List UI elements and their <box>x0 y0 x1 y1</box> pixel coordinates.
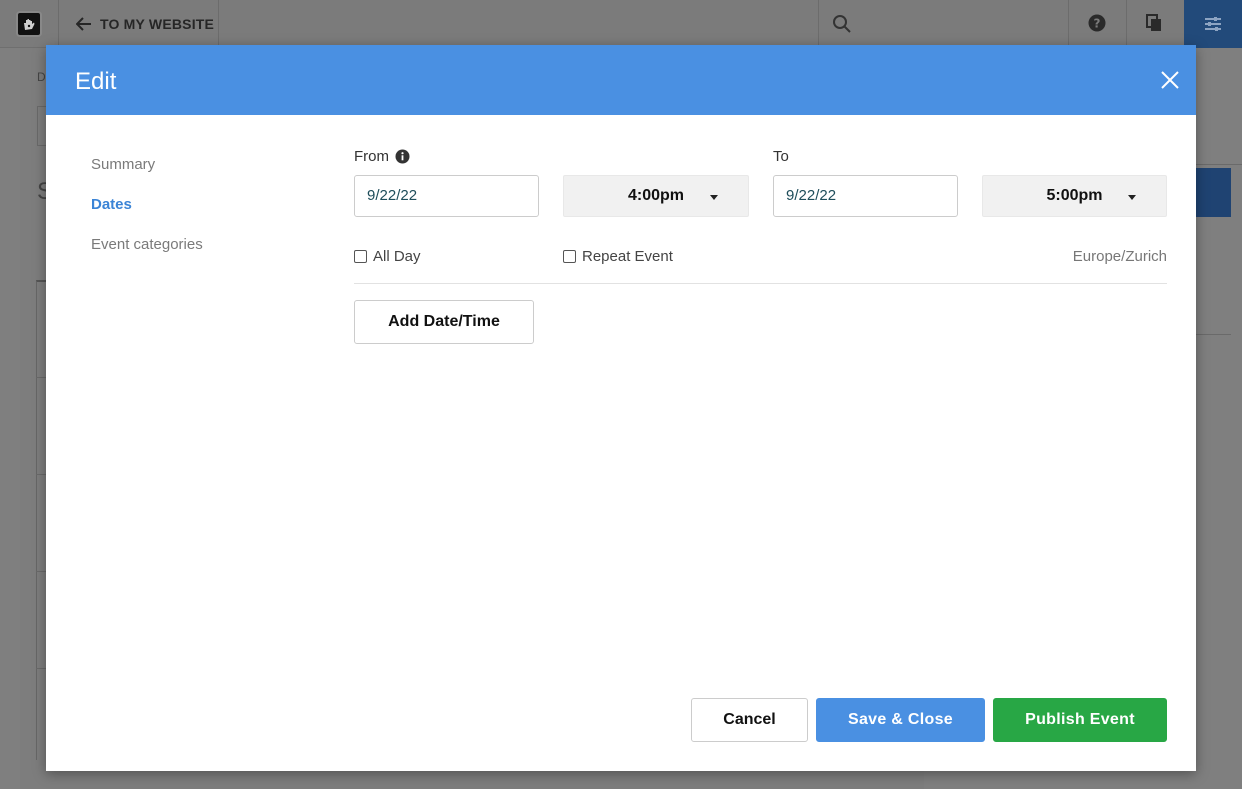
pages-icon[interactable] <box>1146 14 1162 32</box>
save-close-button[interactable]: Save & Close <box>816 698 985 742</box>
right-panel-divider <box>1196 334 1231 335</box>
search-icon[interactable] <box>832 14 852 34</box>
toolbar-divider <box>818 0 819 48</box>
back-link-label: TO MY WEBSITE <box>100 16 215 32</box>
dialog-title: Edit <box>75 68 117 95</box>
to-label-group: To <box>773 148 789 165</box>
caret-down-icon <box>710 195 718 200</box>
arrow-left-icon <box>76 17 91 31</box>
to-label: To <box>773 148 789 165</box>
to-time-value: 5:00pm <box>1046 187 1103 204</box>
from-time-value: 4:00pm <box>627 187 685 204</box>
nav-item-summary[interactable]: Summary <box>91 155 203 195</box>
add-date-time-button[interactable]: Add Date/Time <box>354 300 534 344</box>
from-label-group: From <box>354 148 410 165</box>
breadcrumb: D <box>37 70 46 84</box>
settings-panel-button[interactable] <box>1184 0 1242 48</box>
background-button <box>1196 168 1231 217</box>
from-date-input[interactable]: 9/22/22 <box>354 175 539 217</box>
edit-event-dialog: Edit Summary Dates Event categories From… <box>46 45 1196 771</box>
nav-item-dates[interactable]: Dates <box>91 195 203 235</box>
nav-item-event-categories[interactable]: Event categories <box>91 235 203 275</box>
from-label: From <box>354 148 389 165</box>
toolbar-divider <box>1126 0 1127 48</box>
toolbar-divider <box>58 0 59 48</box>
caret-down-icon <box>1128 195 1136 200</box>
toolbar-divider <box>1068 0 1069 48</box>
info-icon[interactable] <box>395 149 410 164</box>
help-icon[interactable]: ? <box>1088 14 1106 32</box>
toolbar-divider <box>218 0 219 48</box>
cancel-button[interactable]: Cancel <box>691 698 808 742</box>
all-day-checkbox[interactable] <box>354 250 367 263</box>
dialog-header: Edit <box>46 45 1196 115</box>
svg-text:?: ? <box>1094 17 1101 31</box>
top-toolbar: TO MY WEBSITE ? <box>0 0 1242 48</box>
to-time-select[interactable]: 5:00pm <box>982 175 1167 217</box>
all-day-label: All Day <box>373 248 421 265</box>
sliders-icon <box>1205 17 1221 31</box>
repeat-event-label: Repeat Event <box>582 248 673 265</box>
publish-event-button[interactable]: Publish Event <box>993 698 1167 742</box>
all-day-option[interactable]: All Day <box>354 248 421 265</box>
concrete-logo-icon[interactable] <box>16 11 42 37</box>
timezone-label: Europe/Zurich <box>1072 248 1167 265</box>
right-panel-divider <box>1196 164 1242 165</box>
repeat-event-option[interactable]: Repeat Event <box>563 248 673 265</box>
dialog-side-nav: Summary Dates Event categories <box>91 155 203 275</box>
to-date-input[interactable]: 9/22/22 <box>773 175 958 217</box>
repeat-event-checkbox[interactable] <box>563 250 576 263</box>
back-to-website-link[interactable]: TO MY WEBSITE <box>76 0 214 48</box>
from-time-select[interactable]: 4:00pm <box>563 175 749 217</box>
close-icon[interactable] <box>1160 70 1180 90</box>
divider <box>354 283 1167 284</box>
